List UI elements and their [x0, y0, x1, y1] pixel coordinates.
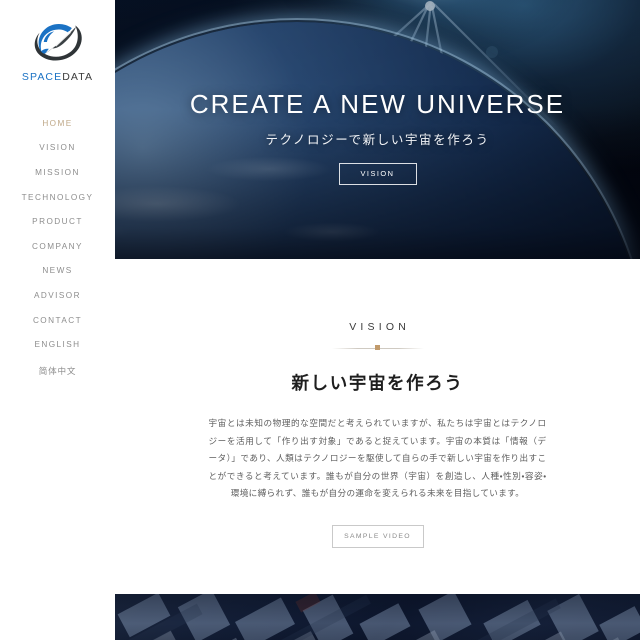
sidebar-item-advisor[interactable]: ADVISOR [0, 283, 115, 308]
hero-subtitle: テクノロジーで新しい宇宙を作ろう [265, 132, 490, 147]
vision-section-label: VISION [349, 321, 410, 333]
sidebar-item-technology[interactable]: TECHNOLOGY [0, 185, 115, 210]
sidebar: SPACEDATA HOME VISION MISSION TECHNOLOGY… [0, 0, 115, 640]
hero-content: CREATE A NEW UNIVERSE テクノロジーで新しい宇宙を作ろう V… [115, 0, 640, 259]
sample-video-button[interactable]: SAMPLE VIDEO [331, 524, 424, 548]
logo-wordmark: SPACEDATA [22, 71, 93, 83]
sidebar-item-news[interactable]: NEWS [0, 259, 115, 284]
vision-section: VISION 新しい宇宙を作ろう 宇宙とは未知の物理的な空間だと考えられています… [115, 259, 640, 548]
vision-body-text: 宇宙とは未知の物理的な空間だと考えられていますが、私たちは宇宙とはテクノロジーを… [208, 418, 547, 499]
hero-section: CREATE A NEW UNIVERSE テクノロジーで新しい宇宙を作ろう V… [115, 0, 640, 259]
content-area: CREATE A NEW UNIVERSE テクノロジーで新しい宇宙を作ろう V… [115, 0, 640, 640]
page-root: SPACEDATA HOME VISION MISSION TECHNOLOGY… [0, 0, 640, 640]
main-navigation: HOME VISION MISSION TECHNOLOGY PRODUCT C… [0, 111, 115, 385]
sidebar-item-mission[interactable]: MISSION [0, 160, 115, 185]
sidebar-item-contact[interactable]: CONTACT [0, 308, 115, 333]
hero-vision-button[interactable]: VISION [338, 162, 417, 185]
sidebar-item-vision[interactable]: VISION [0, 136, 115, 161]
divider-dot [374, 345, 380, 350]
site-logo[interactable]: SPACEDATA [16, 18, 100, 83]
logo-word-data: DATA [62, 71, 94, 83]
mission-background-image [115, 593, 640, 640]
sidebar-item-home[interactable]: HOME [0, 111, 115, 136]
logo-word-space: SPACE [21, 71, 63, 83]
hero-title: CREATE A NEW UNIVERSE [189, 88, 566, 119]
sidebar-item-english[interactable]: ENGLISH [0, 332, 115, 357]
mission-overlay-tint [115, 593, 640, 640]
vision-divider [331, 344, 424, 352]
vision-heading: 新しい宇宙を作ろう [291, 373, 464, 393]
sidebar-item-product[interactable]: PRODUCT [0, 209, 115, 234]
mission-section: MISSION [115, 593, 640, 640]
sidebar-item-company[interactable]: COMPANY [0, 234, 115, 259]
sidebar-item-chinese[interactable]: 简体中文 [0, 357, 115, 385]
planet-orbit-logo-icon [34, 24, 82, 61]
